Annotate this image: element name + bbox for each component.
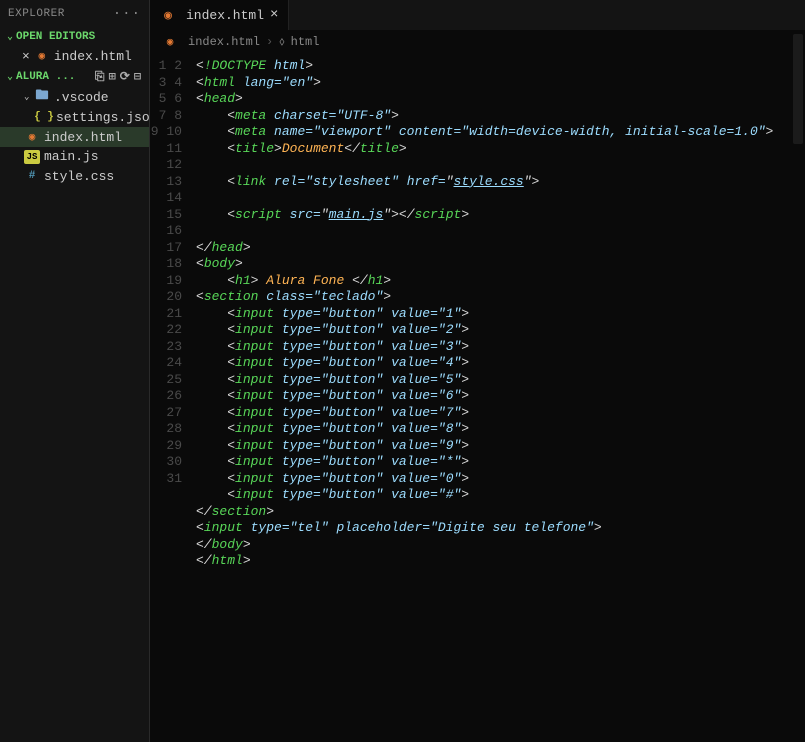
chevron-down-icon: ⌄ — [24, 92, 34, 102]
tree-item-mainjs[interactable]: JS main.js — [0, 147, 149, 166]
tree-item-settings[interactable]: { } settings.json — [0, 107, 149, 127]
html-tag-icon: ⬨ — [279, 35, 284, 49]
line-numbers: 1 2 3 4 5 6 7 8 9 10 11 12 13 14 15 16 1… — [150, 54, 196, 742]
new-file-icon[interactable]: ⎘ — [95, 70, 105, 84]
html-file-icon: ◉ — [24, 129, 40, 145]
css-file-icon: # — [24, 168, 40, 184]
open-editors-label: OPEN EDITORS — [16, 31, 95, 43]
explorer-header: EXPLORER ··· — [0, 0, 149, 28]
tree-folder-vscode[interactable]: ⌄ 🖿 .vscode — [0, 87, 149, 107]
html-file-icon: ◉ — [162, 34, 178, 50]
html-file-icon: ◉ — [34, 48, 50, 64]
refresh-icon[interactable]: ⟳ — [120, 69, 130, 84]
chevron-down-icon: ⌄ — [4, 71, 16, 83]
tab-index-html[interactable]: ◉ index.html × — [150, 0, 289, 30]
tree-item-index[interactable]: ◉ index.html — [0, 127, 149, 147]
html-file-icon: ◉ — [160, 7, 176, 23]
open-editors-section[interactable]: ⌄ OPEN EDITORS — [0, 28, 149, 46]
open-editor-item[interactable]: × ◉ index.html — [0, 46, 149, 66]
tree-item-label: index.html — [44, 130, 122, 145]
chevron-right-icon: › — [266, 35, 273, 49]
tree-item-label: main.js — [44, 149, 99, 164]
chevron-down-icon: ⌄ — [4, 31, 16, 43]
new-folder-icon[interactable]: ⊞ — [108, 69, 115, 84]
more-icon[interactable]: ··· — [113, 6, 141, 22]
code-content[interactable]: <!DOCTYPE html> <html lang="en"> <head> … — [196, 54, 805, 742]
folder-icon: 🖿 — [34, 89, 50, 105]
tree-item-stylecss[interactable]: # style.css — [0, 166, 149, 186]
explorer-sidebar: EXPLORER ··· ⌄ OPEN EDITORS × ◉ index.ht… — [0, 0, 150, 742]
tab-label: index.html — [186, 8, 264, 23]
open-editor-label: index.html — [54, 49, 132, 64]
js-file-icon: JS — [24, 150, 40, 164]
code-editor[interactable]: 1 2 3 4 5 6 7 8 9 10 11 12 13 14 15 16 1… — [150, 54, 805, 742]
json-file-icon: { } — [36, 109, 52, 125]
explorer-title: EXPLORER — [8, 8, 65, 20]
breadcrumb-symbol: html — [291, 35, 320, 49]
collapse-icon[interactable]: ⊟ — [134, 69, 141, 84]
folder-toolbar: ⎘ ⊞ ⟳ ⊟ — [95, 69, 145, 84]
editor-pane: ◉ index.html × ◉ index.html › ⬨ html 1 2… — [150, 0, 805, 742]
folder-label: ALURA ... — [16, 71, 75, 83]
tree-item-label: settings.json — [56, 110, 149, 125]
editor-tabs: ◉ index.html × — [150, 0, 805, 30]
folder-section[interactable]: ⌄ ALURA ... ⎘ ⊞ ⟳ ⊟ — [0, 66, 149, 87]
breadcrumb-file: index.html — [188, 35, 260, 49]
close-icon[interactable]: × — [270, 7, 278, 23]
minimap[interactable] — [793, 34, 803, 144]
breadcrumb[interactable]: ◉ index.html › ⬨ html — [150, 30, 805, 54]
close-icon[interactable]: × — [22, 49, 30, 64]
tree-item-label: style.css — [44, 169, 114, 184]
tree-item-label: .vscode — [54, 90, 109, 105]
